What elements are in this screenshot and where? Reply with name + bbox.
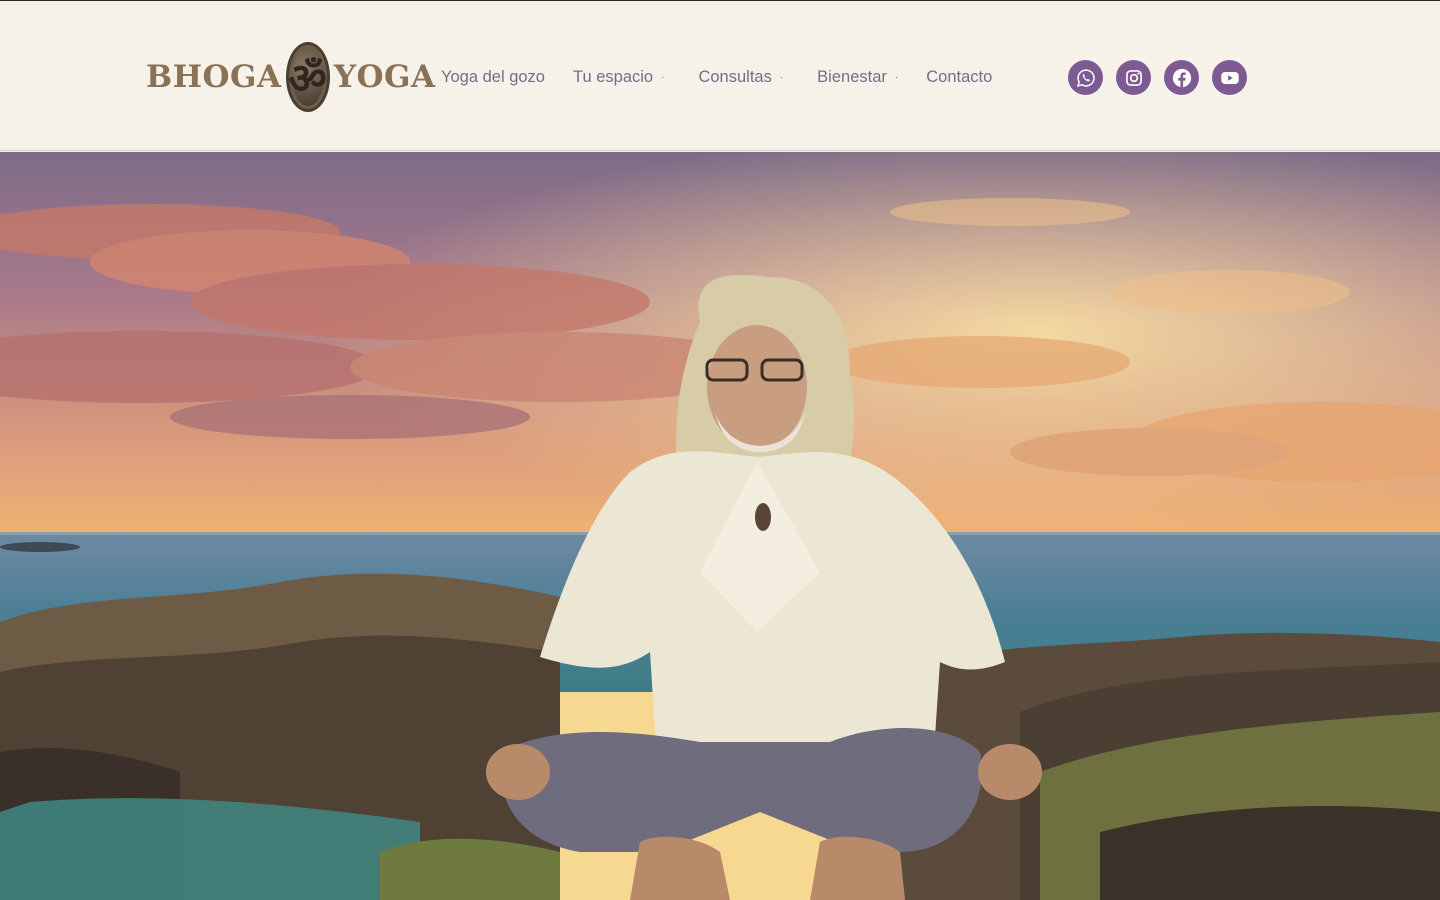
youtube-icon xyxy=(1220,71,1239,84)
nav-item-yoga-del-gozo[interactable]: Yoga del gozo xyxy=(441,68,545,87)
om-symbol: ॐ xyxy=(288,53,327,103)
nav-label: Contacto xyxy=(926,67,993,86)
whatsapp-button[interactable] xyxy=(1068,60,1103,95)
dropdown-dot-icon: · xyxy=(894,71,899,83)
nav-item-tu-espacio[interactable]: Tu espacio · xyxy=(573,68,664,87)
instagram-icon xyxy=(1125,69,1142,86)
hero-scene xyxy=(0,152,1440,900)
rocks-left xyxy=(0,573,560,900)
nav-label: Tu espacio xyxy=(573,67,654,86)
whatsapp-icon xyxy=(1076,68,1095,87)
nav-item-bienestar[interactable]: Bienestar · xyxy=(817,68,898,87)
hero-image xyxy=(0,152,1440,900)
logo-word-left: BHOGA xyxy=(146,59,282,95)
instagram-button[interactable] xyxy=(1116,60,1151,95)
om-coin-icon: ॐ xyxy=(285,42,330,112)
facebook-icon xyxy=(1172,68,1191,87)
logo-word-right: YOGA xyxy=(333,59,436,95)
facebook-button[interactable] xyxy=(1164,60,1199,95)
distant-island xyxy=(0,542,80,552)
nav-label: Bienestar xyxy=(817,67,887,86)
dropdown-dot-icon: · xyxy=(779,71,784,83)
youtube-button[interactable] xyxy=(1212,60,1247,95)
nav-label: Yoga del gozo xyxy=(441,67,545,86)
dropdown-dot-icon: · xyxy=(661,71,665,83)
brand-logo[interactable]: BHOGA ॐ YOGA xyxy=(146,41,435,113)
nav-item-contacto[interactable]: Contacto xyxy=(926,68,992,87)
main-nav: Yoga del gozo Tu espacio · Consultas · B… xyxy=(441,61,992,93)
nav-item-consultas[interactable]: Consultas · xyxy=(698,68,783,87)
site-header: BHOGA ॐ YOGA Yoga del gozo Tu espacio · … xyxy=(0,0,1440,151)
social-links xyxy=(1068,60,1247,95)
nav-label: Consultas xyxy=(698,67,772,86)
